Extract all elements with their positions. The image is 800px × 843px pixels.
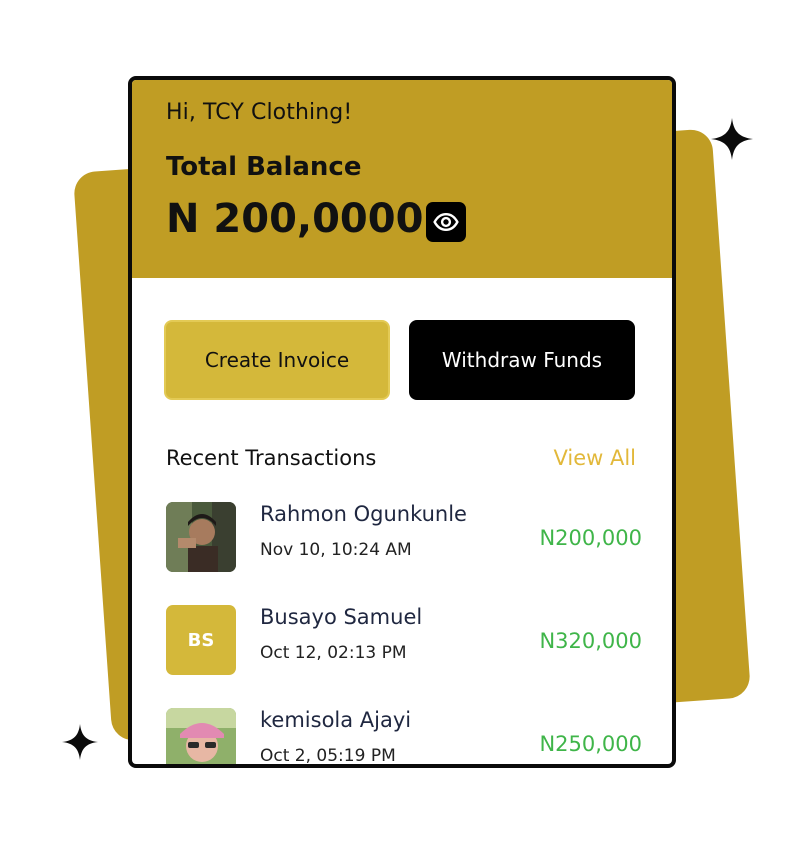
greeting-text: Hi, TCY Clothing!: [166, 100, 353, 125]
transaction-amount: N320,000: [539, 629, 642, 653]
create-invoice-button[interactable]: Create Invoice: [164, 320, 390, 400]
app-screen: Hi, TCY Clothing! Total Balance N 200,00…: [128, 76, 676, 768]
avatar: BS: [166, 605, 236, 675]
transaction-row[interactable]: kemisola Ajayi Oct 2, 05:19 PM N250,000: [132, 708, 672, 766]
transaction-amount: N250,000: [539, 732, 642, 756]
view-all-link[interactable]: View All: [553, 446, 636, 470]
transaction-name: kemisola Ajayi: [260, 708, 412, 732]
balance-amount: N 200,0000: [166, 196, 424, 242]
avatar: [166, 708, 236, 764]
sparkle-icon: [711, 118, 753, 160]
transaction-row[interactable]: Rahmon Ogunkunle Nov 10, 10:24 AM N200,0…: [132, 502, 672, 592]
balance-label: Total Balance: [166, 152, 362, 182]
eye-icon: [433, 213, 459, 231]
avatar: [166, 502, 236, 572]
transaction-time: Oct 2, 05:19 PM: [260, 746, 396, 766]
toggle-balance-button[interactable]: [426, 202, 466, 242]
sparkle-icon: [62, 724, 98, 760]
transaction-time: Nov 10, 10:24 AM: [260, 540, 412, 560]
balance-header: Hi, TCY Clothing! Total Balance N 200,00…: [132, 80, 672, 278]
transaction-time: Oct 12, 02:13 PM: [260, 643, 407, 663]
transaction-row[interactable]: BS Busayo Samuel Oct 12, 02:13 PM N320,0…: [132, 605, 672, 695]
transaction-name: Rahmon Ogunkunle: [260, 502, 467, 526]
transaction-amount: N200,000: [539, 526, 642, 550]
withdraw-funds-button[interactable]: Withdraw Funds: [409, 320, 635, 400]
transaction-name: Busayo Samuel: [260, 605, 423, 629]
recent-transactions-title: Recent Transactions: [166, 446, 377, 470]
